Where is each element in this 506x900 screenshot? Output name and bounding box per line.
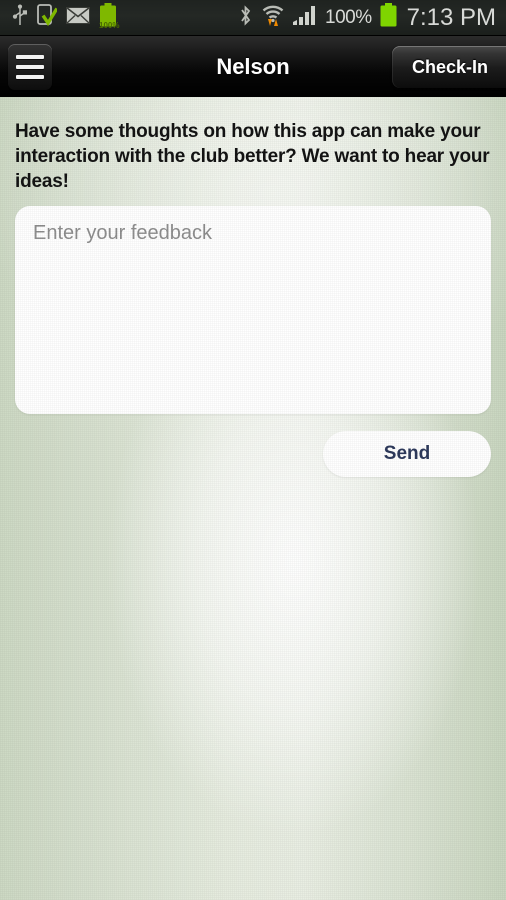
action-bar: Nelson Check-In xyxy=(0,36,506,97)
feedback-prompt-text: Have some thoughts on how this app can m… xyxy=(15,121,490,192)
check-in-button[interactable]: Check-In xyxy=(391,46,506,88)
feedback-input[interactable] xyxy=(15,206,491,414)
battery-icon: 100% xyxy=(99,3,120,32)
status-clock: 7:13 PM xyxy=(406,3,496,31)
menu-bar-1 xyxy=(16,55,44,59)
cellular-signal-icon xyxy=(293,5,317,31)
device-download-check-icon xyxy=(37,3,59,32)
bluetooth-icon xyxy=(238,4,253,32)
wifi-transfer-icon xyxy=(261,3,285,32)
menu-bar-3 xyxy=(16,75,44,79)
hamburger-menu-icon[interactable] xyxy=(8,44,52,90)
send-button[interactable]: Send xyxy=(323,431,491,477)
battery-level-icon xyxy=(380,3,397,32)
status-bar: 100% 100% 7:13 PM xyxy=(0,0,506,36)
battery-percent-label: 100% xyxy=(325,6,372,28)
email-icon xyxy=(66,6,90,29)
app-screen: 100% 100% 7:13 PM Nelson Check-In Have s… xyxy=(0,0,506,900)
status-bar-right-icons: 100% 7:13 PM xyxy=(238,3,506,32)
content-area: Have some thoughts on how this app can m… xyxy=(0,97,506,900)
menu-bar-2 xyxy=(16,65,44,69)
battery-inline-label: 100% xyxy=(99,21,120,30)
usb-icon xyxy=(12,4,28,31)
status-bar-left-icons: 100% xyxy=(0,3,120,32)
